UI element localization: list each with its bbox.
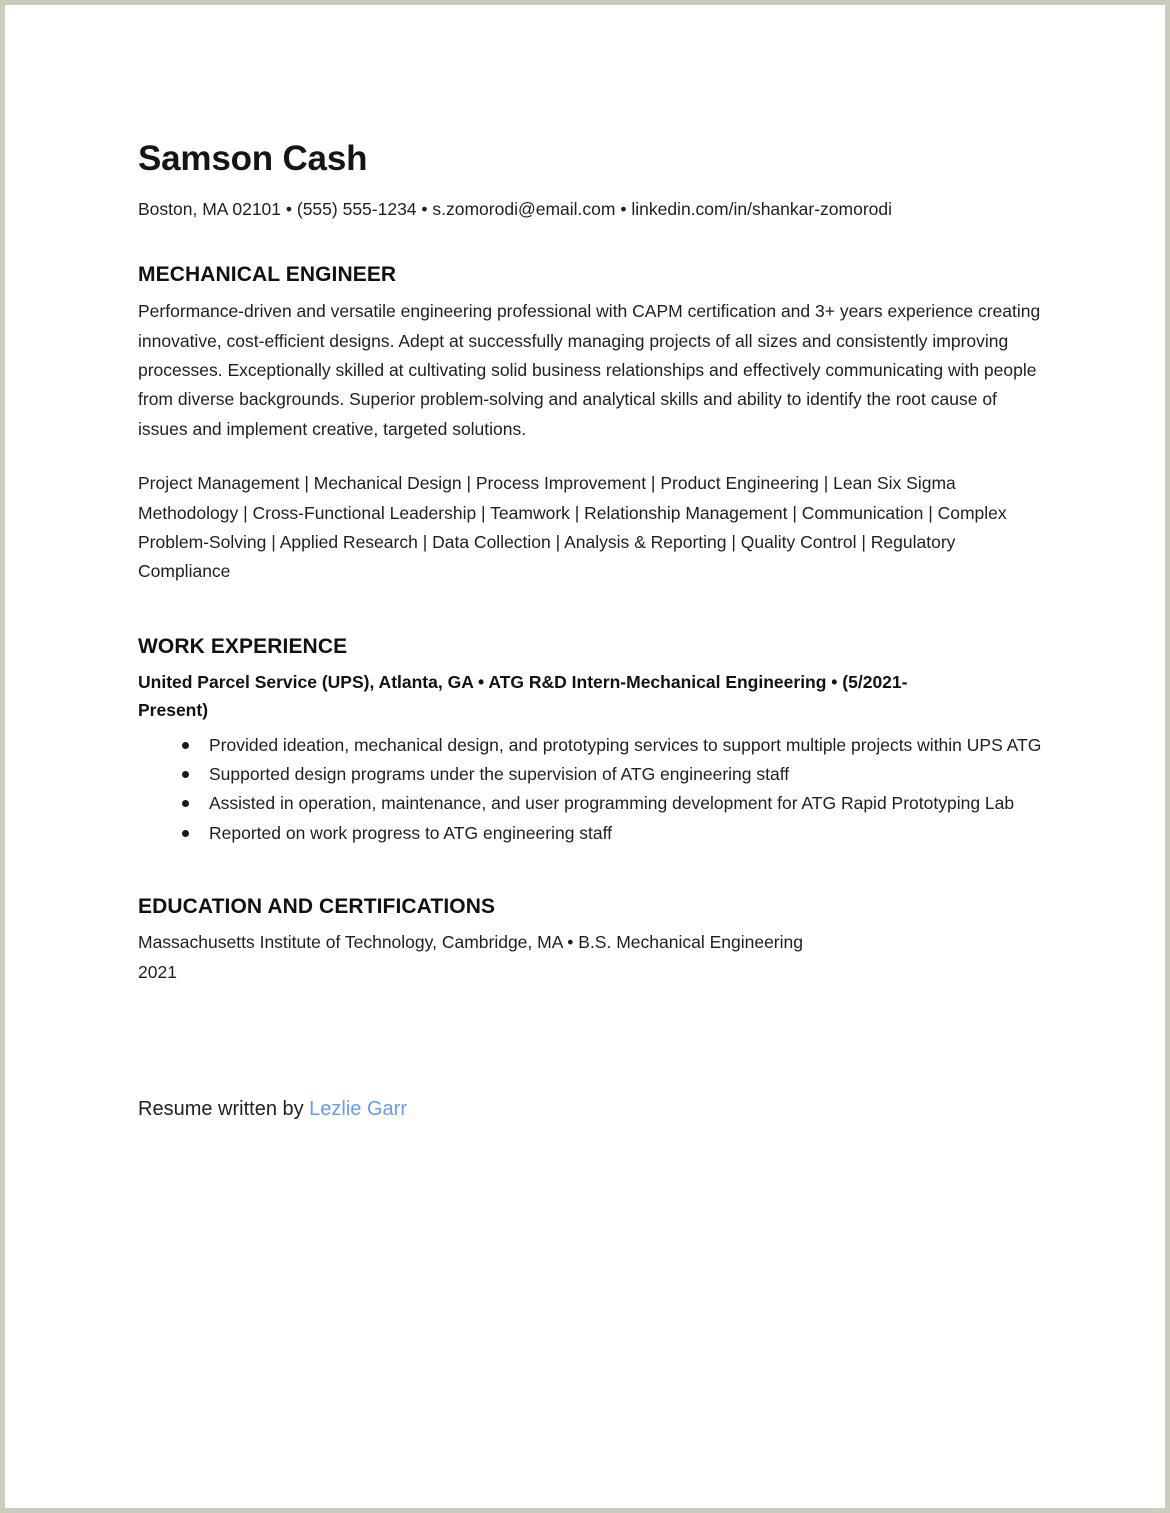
list-item: Supported design programs under the supe…	[138, 760, 1050, 789]
professional-summary: Performance-driven and versatile enginee…	[138, 301, 1041, 439]
education-heading: EDUCATION AND CERTIFICATIONS	[138, 895, 496, 919]
education-entry-line: Massachusetts Institute of Technology, C…	[138, 932, 803, 953]
education-year: 2021	[138, 961, 177, 982]
resume-page: Samson Cash Boston, MA 02101 • (555) 555…	[0, 0, 1170, 1513]
list-item-text: Supported design programs under the supe…	[209, 763, 790, 784]
job-bullet-list: Provided ideation, mechanical design, an…	[138, 725, 1050, 849]
credit-author-link[interactable]: Lezlie Garr	[309, 1098, 407, 1120]
candidate-name: Samson Cash	[138, 139, 368, 178]
credit-prefix: Resume written by	[138, 1098, 310, 1121]
list-item-text: Provided ideation, mechanical design, an…	[209, 734, 1042, 755]
list-item: Reported on work progress to ATG enginee…	[138, 819, 1050, 848]
list-item: Assisted in operation, maintenance, and …	[138, 789, 1050, 818]
bullet-point-icon	[182, 800, 189, 808]
resume-content: Samson Cash Boston, MA 02101 • (555) 555…	[138, 5, 1050, 1123]
bullet-point-icon	[182, 741, 189, 749]
job-header: United Parcel Service (UPS), Atlanta, GA…	[138, 671, 908, 721]
list-item: Provided ideation, mechanical design, an…	[138, 731, 1050, 760]
list-item-text: Reported on work progress to ATG enginee…	[209, 822, 613, 843]
resume-credit: Resume written by Lezlie Garr	[138, 987, 1050, 1123]
core-skills-line: Project Management | Mechanical Design |…	[138, 473, 1007, 582]
bullet-point-icon	[182, 770, 189, 778]
contact-line: Boston, MA 02101 • (555) 555-1234 • s.zo…	[138, 198, 893, 219]
work-experience-heading: WORK EXPERIENCE	[138, 634, 348, 658]
bullet-point-icon	[182, 829, 189, 837]
list-item-text: Assisted in operation, maintenance, and …	[209, 793, 1015, 814]
professional-title-heading: MECHANICAL ENGINEER	[138, 263, 397, 286]
